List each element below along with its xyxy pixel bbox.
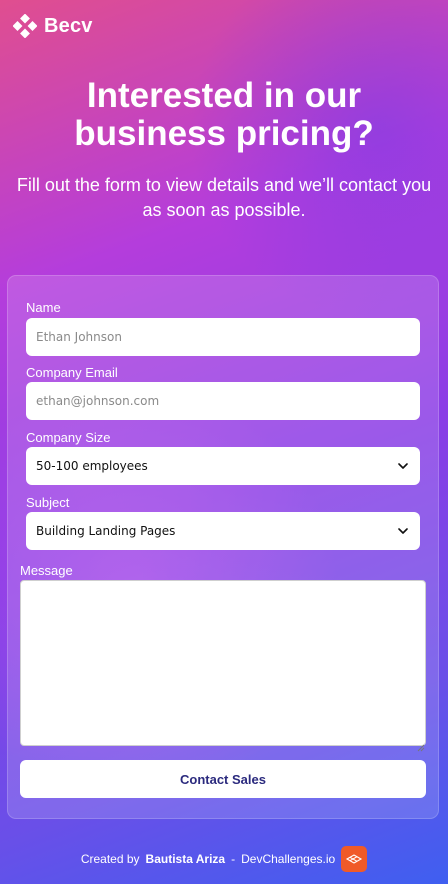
subject-select[interactable]: Building Landing Pages: [26, 512, 420, 550]
diamond-cross-logo-icon: [13, 14, 37, 38]
page-subtitle: Fill out the form to view details and we…: [16, 175, 432, 220]
company-email-input[interactable]: [36, 394, 410, 408]
subject-value: Building Landing Pages: [36, 524, 176, 538]
chevron-down-icon: [396, 524, 410, 538]
brand-name: Becv: [44, 14, 93, 37]
name-label: Name: [26, 300, 61, 315]
name-field-wrapper: [26, 318, 420, 356]
footer-credit: Created by Bautista Ariza - DevChallenge…: [0, 846, 448, 872]
company-size-select[interactable]: 50-100 employees: [26, 447, 420, 485]
footer-prefix: Created by: [80, 852, 140, 866]
contact-sales-button[interactable]: Contact Sales: [20, 760, 426, 798]
footer-author: Bautista Ariza: [145, 852, 226, 866]
page-title: Interested in our business pricing?: [74, 76, 374, 153]
email-field-wrapper: [26, 382, 420, 420]
resize-handle-icon[interactable]: [417, 737, 425, 752]
company-size-value: 50-100 employees: [36, 459, 148, 473]
name-input[interactable]: [36, 330, 410, 344]
message-textarea[interactable]: [20, 580, 426, 746]
company-size-label: Company Size: [26, 430, 111, 445]
company-email-label: Company Email: [26, 365, 118, 380]
message-label: Message: [20, 563, 73, 578]
brand-logo[interactable]: Becv: [13, 14, 93, 38]
devchallenges-logo-icon[interactable]: [341, 846, 368, 872]
subject-label: Subject: [26, 495, 70, 510]
footer-separator: -: [231, 852, 236, 866]
chevron-down-icon: [396, 459, 410, 473]
footer-site[interactable]: DevChallenges.io: [241, 852, 335, 866]
